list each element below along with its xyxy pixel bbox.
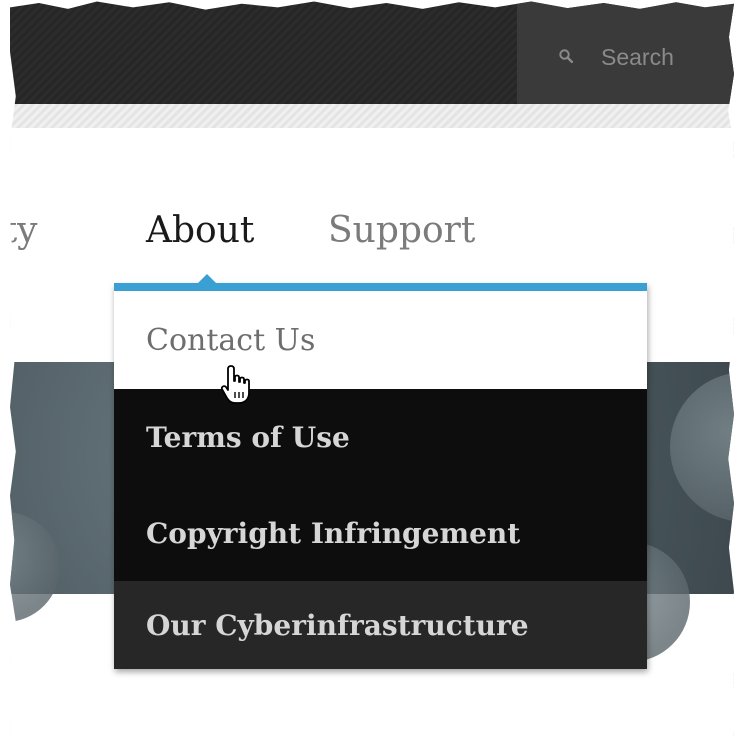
search-icon [559, 49, 573, 63]
search-label: Search [601, 44, 674, 70]
screenshot-frame: Search nity About Support Contact Us Ter… [10, 1, 734, 738]
hand-pointer-icon [220, 365, 250, 404]
search-button[interactable]: Search [517, 1, 734, 104]
hero-decor-circle [10, 512, 60, 622]
menu-item-terms-of-use[interactable]: Terms of Use [114, 389, 647, 485]
top-bar: Search [10, 1, 734, 104]
menu-item-label: Contact Us [146, 322, 316, 358]
nav-item-support[interactable]: Support [328, 210, 475, 251]
menu-item-our-cyberinfrastructure[interactable]: Our Cyberinfrastructure [114, 581, 647, 669]
menu-item-label: Copyright Infringement [146, 516, 521, 550]
dropdown-caret-icon [198, 274, 216, 283]
menu-item-label: Our Cyberinfrastructure [146, 608, 529, 642]
menu-item-label: Terms of Use [146, 420, 350, 454]
nav-item-about[interactable]: About [146, 210, 254, 251]
menu-item-contact-us[interactable]: Contact Us [114, 291, 647, 389]
menu-item-copyright-infringement[interactable]: Copyright Infringement [114, 485, 647, 581]
about-dropdown-menu: Contact Us Terms of Use Copyright Infrin… [114, 274, 647, 669]
nav-item-community[interactable]: nity [10, 210, 38, 251]
header-stripe [10, 104, 734, 128]
hero-decor-circle [670, 372, 734, 522]
dropdown-accent-bar [114, 274, 647, 291]
